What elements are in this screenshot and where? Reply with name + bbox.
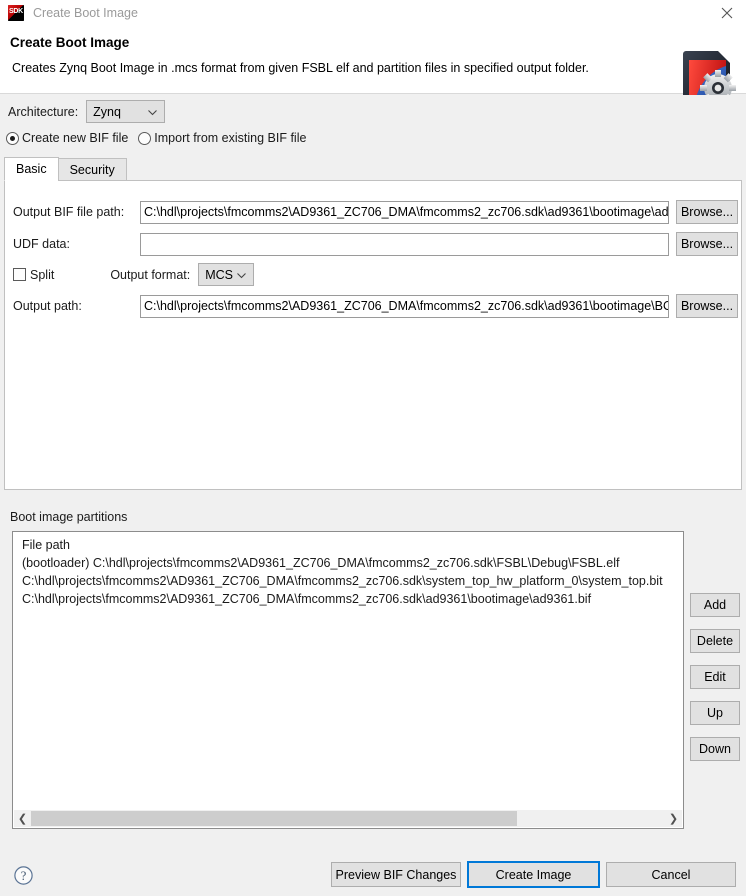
dialog-footer: ? Preview BIF Changes Create Image Cance… [0, 855, 746, 896]
partitions-horizontal-scrollbar[interactable]: ❮ ❯ [14, 810, 682, 827]
page-description: Creates Zynq Boot Image in .mcs format f… [12, 61, 589, 75]
udf-data-label: UDF data: [13, 237, 70, 251]
bif-mode-radio-group: Create new BIF file Import from existing… [6, 131, 316, 145]
partitions-list[interactable]: File path (bootloader) C:\hdl\projects\f… [12, 531, 684, 829]
output-format-select[interactable]: MCS [198, 263, 255, 286]
table-row[interactable]: (bootloader) C:\hdl\projects\fmcomms2\AD… [13, 552, 683, 570]
dialog-body: Architecture: Zynq Create new BIF file I… [0, 95, 746, 855]
close-button[interactable] [708, 0, 746, 26]
output-bif-row: Output BIF file path: C:\hdl\projects\fm… [13, 200, 738, 224]
udf-data-input[interactable] [140, 232, 669, 256]
page-title: Create Boot Image [10, 35, 130, 50]
tab-security-label: Security [69, 162, 115, 177]
tab-bar: Basic Security [4, 157, 127, 181]
close-icon [721, 7, 733, 19]
udf-data-row: UDF data: Browse... [13, 232, 738, 256]
architecture-row: Architecture: Zynq [8, 100, 166, 123]
sdk-icon-label: SDK [9, 8, 23, 15]
scroll-right-icon[interactable]: ❯ [665, 810, 682, 827]
architecture-select[interactable]: Zynq [86, 100, 166, 123]
chevron-down-icon [237, 272, 247, 278]
output-path-input[interactable]: C:\hdl\projects\fmcomms2\AD9361_ZC706_DM… [140, 294, 669, 318]
radio-create-new-bif-label: Create new BIF file [22, 131, 129, 145]
table-row[interactable]: C:\hdl\projects\fmcomms2\AD9361_ZC706_DM… [13, 588, 683, 606]
radio-import-existing-bif-label: Import from existing BIF file [154, 131, 307, 145]
tab-basic-label: Basic [16, 162, 47, 176]
cancel-button[interactable]: Cancel [606, 862, 736, 887]
architecture-label: Architecture: [8, 104, 79, 119]
partitions-group-label: Boot image partitions [10, 510, 128, 524]
dialog-header: Create Boot Image Creates Zynq Boot Imag… [0, 26, 746, 108]
split-checkbox[interactable] [13, 268, 26, 281]
delete-button[interactable]: Delete [690, 629, 740, 653]
architecture-value: Zynq [93, 104, 121, 119]
output-path-row: Output path: C:\hdl\projects\fmcomms2\AD… [13, 294, 738, 318]
basic-tab-panel: Output BIF file path: C:\hdl\projects\fm… [4, 180, 742, 490]
title-bar: SDK Create Boot Image [0, 0, 746, 26]
udf-data-browse-button[interactable]: Browse... [676, 232, 738, 256]
partitions-button-column: Add Delete Edit Up Down [690, 593, 740, 773]
split-label: Split [30, 267, 55, 282]
tab-basic[interactable]: Basic [4, 157, 59, 181]
help-icon[interactable]: ? [14, 866, 33, 885]
tab-security[interactable]: Security [57, 158, 127, 181]
partitions-column-header: File path [22, 538, 70, 552]
scroll-left-icon[interactable]: ❮ [14, 810, 31, 827]
output-format-value: MCS [205, 267, 234, 282]
add-button[interactable]: Add [690, 593, 740, 617]
radio-import-existing-bif-indicator [138, 131, 152, 145]
edit-button[interactable]: Edit [690, 665, 740, 689]
sdk-icon: SDK [8, 5, 24, 21]
preview-bif-changes-button[interactable]: Preview BIF Changes [331, 862, 461, 887]
window-title: Create Boot Image [33, 6, 138, 20]
split-format-row: Split Output format: MCS [13, 263, 255, 286]
scrollbar-thumb[interactable] [31, 811, 517, 826]
output-bif-browse-button[interactable]: Browse... [676, 200, 738, 224]
output-path-browse-button[interactable]: Browse... [676, 294, 738, 318]
radio-create-new-bif[interactable]: Create new BIF file [6, 131, 128, 145]
chevron-down-icon [148, 109, 158, 115]
output-bif-input[interactable]: C:\hdl\projects\fmcomms2\AD9361_ZC706_DM… [140, 200, 669, 224]
scrollbar-track[interactable] [517, 810, 665, 827]
table-row[interactable]: C:\hdl\projects\fmcomms2\AD9361_ZC706_DM… [13, 570, 683, 588]
svg-text:?: ? [21, 869, 27, 883]
output-path-label: Output path: [13, 299, 82, 313]
down-button[interactable]: Down [690, 737, 740, 761]
create-image-button[interactable]: Create Image [467, 861, 600, 888]
up-button[interactable]: Up [690, 701, 740, 725]
radio-import-existing-bif[interactable]: Import from existing BIF file [138, 131, 306, 145]
radio-create-new-bif-indicator [6, 131, 19, 145]
output-format-label: Output format: [110, 267, 191, 282]
output-bif-label: Output BIF file path: [13, 205, 125, 219]
